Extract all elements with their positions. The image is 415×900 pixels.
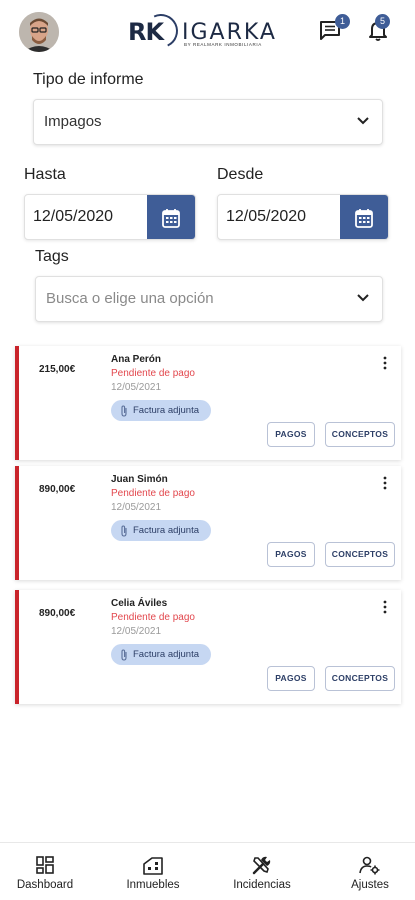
more-options-icon[interactable] (383, 600, 387, 614)
bottom-navigation: Dashboard Inmuebles Incidencias Ajustes (0, 842, 415, 900)
nav-dashboard-label: Dashboard (16, 879, 74, 891)
to-date-label: Hasta (24, 166, 66, 183)
card-date: 12/05/2021 (111, 502, 162, 513)
nav-inmuebles-label: Inmuebles (126, 879, 180, 891)
app-header: RK IGARKA BY REALMARK INMOBILIARIA 1 5 (0, 0, 415, 62)
dashboard-icon (36, 856, 54, 874)
notifications-badge: 5 (375, 14, 390, 29)
report-type-label: Tipo de informe (33, 71, 144, 88)
conceptos-button[interactable]: CONCEPTOS (325, 542, 395, 567)
attachment-chip-label: Factura adjunta (133, 525, 200, 536)
chat-badge: 1 (335, 14, 350, 29)
conceptos-button[interactable]: CONCEPTOS (325, 666, 395, 691)
calendar-icon (162, 209, 180, 228)
report-type-value: Impagos (44, 113, 102, 130)
more-options-icon[interactable] (383, 476, 387, 490)
tools-icon (252, 856, 271, 875)
card-tenant-name: Ana Perón (111, 354, 162, 365)
debt-card: 890,00€ Celia Áviles Pendiente de pago 1… (15, 590, 401, 704)
chevron-down-icon (357, 117, 369, 125)
nav-ajustes-label: Ajustes (351, 879, 389, 891)
attachment-chip-label: Factura adjunta (133, 405, 200, 416)
attachment-chip[interactable]: Factura adjunta (111, 644, 212, 665)
pagos-button[interactable]: PAGOS (267, 542, 315, 567)
report-type-select[interactable]: Impagos (33, 99, 383, 145)
more-options-icon[interactable] (383, 356, 387, 370)
nav-inmuebles[interactable]: Inmuebles (122, 855, 184, 891)
card-date: 12/05/2021 (111, 626, 162, 637)
chevron-down-icon (357, 294, 369, 302)
nav-ajustes[interactable]: Ajustes (340, 855, 400, 891)
attachment-chip[interactable]: Factura adjunta (111, 520, 212, 541)
tags-select[interactable]: Busca o elige una opción (35, 276, 383, 322)
card-status: Pendiente de pago (111, 368, 195, 379)
paperclip-icon (121, 525, 127, 537)
pagos-button[interactable]: PAGOS (267, 422, 315, 447)
from-date-label: Desde (217, 166, 264, 183)
nav-dashboard[interactable]: Dashboard (14, 855, 76, 891)
tags-label: Tags (35, 248, 69, 265)
card-date: 12/05/2021 (111, 382, 162, 393)
card-amount: 890,00€ (39, 608, 76, 619)
paperclip-icon (121, 649, 127, 661)
to-date-calendar-button[interactable] (147, 195, 195, 239)
pagos-button[interactable]: PAGOS (267, 666, 315, 691)
attachment-chip-label: Factura adjunta (133, 649, 200, 660)
logo-tagline: BY REALMARK INMOBILIARIA (184, 42, 262, 47)
from-date-field[interactable]: 12/05/2020 (217, 194, 389, 240)
calendar-icon (355, 209, 373, 228)
paperclip-icon (121, 405, 127, 417)
debt-card: 890,00€ Juan Simón Pendiente de pago 12/… (15, 466, 401, 580)
building-icon (143, 857, 163, 875)
tags-placeholder: Busca o elige una opción (46, 290, 214, 307)
avatar-image (19, 12, 59, 52)
from-date-calendar-button[interactable] (340, 195, 388, 239)
nav-incidencias-label: Incidencias (233, 879, 291, 891)
to-date-field[interactable]: 12/05/2020 (24, 194, 196, 240)
card-tenant-name: Juan Simón (111, 474, 168, 485)
card-amount: 890,00€ (39, 484, 76, 495)
user-settings-icon (359, 856, 380, 875)
debt-card: 215,00€ Ana Perón Pendiente de pago 12/0… (15, 346, 401, 460)
avatar[interactable] (19, 12, 59, 52)
nav-incidencias[interactable]: Incidencias (228, 855, 296, 891)
attachment-chip[interactable]: Factura adjunta (111, 400, 212, 421)
logo-mark: RK (128, 18, 164, 46)
card-tenant-name: Celia Áviles (111, 598, 168, 609)
card-status: Pendiente de pago (111, 488, 195, 499)
conceptos-button[interactable]: CONCEPTOS (325, 422, 395, 447)
app-logo: RK IGARKA BY REALMARK INMOBILIARIA (128, 9, 288, 53)
card-status: Pendiente de pago (111, 612, 195, 623)
card-amount: 215,00€ (39, 364, 76, 375)
from-date-value: 12/05/2020 (226, 208, 307, 225)
to-date-value: 12/05/2020 (33, 208, 114, 225)
